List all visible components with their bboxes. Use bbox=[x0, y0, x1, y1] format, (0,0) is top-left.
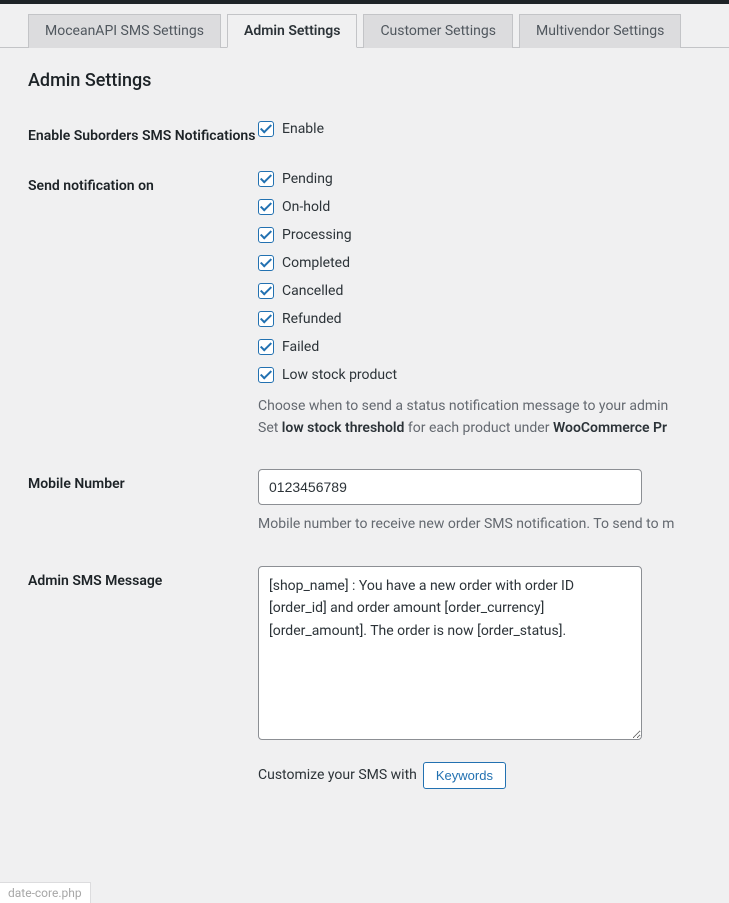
notify-cancelled-checkbox[interactable] bbox=[258, 283, 274, 299]
notify-pending-label: Pending bbox=[282, 171, 333, 187]
mobile-number-input[interactable] bbox=[258, 469, 642, 505]
notify-lowstock-checkbox[interactable] bbox=[258, 367, 274, 383]
admin-sms-message-label: Admin SMS Message bbox=[28, 566, 258, 592]
notify-processing-checkbox[interactable] bbox=[258, 227, 274, 243]
page-title: Admin Settings bbox=[28, 70, 729, 91]
enable-suborders-option-label: Enable bbox=[282, 121, 324, 137]
notify-onhold-label: On-hold bbox=[282, 199, 330, 215]
send-notification-label: Send notification on bbox=[28, 171, 258, 197]
customize-sms-prefix: Customize your SMS with bbox=[258, 767, 417, 783]
notify-lowstock-label: Low stock product bbox=[282, 367, 397, 383]
keywords-button[interactable]: Keywords bbox=[423, 762, 506, 789]
notify-failed-checkbox[interactable] bbox=[258, 339, 274, 355]
notify-pending-checkbox[interactable] bbox=[258, 171, 274, 187]
notify-onhold-checkbox[interactable] bbox=[258, 199, 274, 215]
mobile-number-label: Mobile Number bbox=[28, 469, 258, 495]
notify-refunded-label: Refunded bbox=[282, 311, 342, 327]
tab-admin-settings[interactable]: Admin Settings bbox=[227, 14, 357, 48]
tab-multivendor-settings[interactable]: Multivendor Settings bbox=[519, 14, 681, 48]
notify-refunded-checkbox[interactable] bbox=[258, 311, 274, 327]
notify-completed-label: Completed bbox=[282, 255, 350, 271]
notify-cancelled-label: Cancelled bbox=[282, 283, 343, 299]
settings-tabs: MoceanAPI SMS Settings Admin Settings Cu… bbox=[0, 4, 729, 48]
notify-failed-label: Failed bbox=[282, 339, 319, 355]
mobile-number-description: Mobile number to receive new order SMS n… bbox=[258, 513, 729, 535]
admin-sms-message-textarea[interactable] bbox=[258, 566, 642, 740]
notify-processing-label: Processing bbox=[282, 227, 352, 243]
send-notification-description: Choose when to send a status notificatio… bbox=[258, 395, 729, 440]
tab-mocean-sms-settings[interactable]: MoceanAPI SMS Settings bbox=[28, 14, 221, 48]
notify-completed-checkbox[interactable] bbox=[258, 255, 274, 271]
browser-status-path: date-core.php bbox=[0, 882, 91, 903]
tab-customer-settings[interactable]: Customer Settings bbox=[363, 14, 513, 48]
enable-suborders-label: Enable Suborders SMS Notifications bbox=[28, 121, 258, 147]
enable-suborders-checkbox[interactable] bbox=[258, 121, 274, 137]
